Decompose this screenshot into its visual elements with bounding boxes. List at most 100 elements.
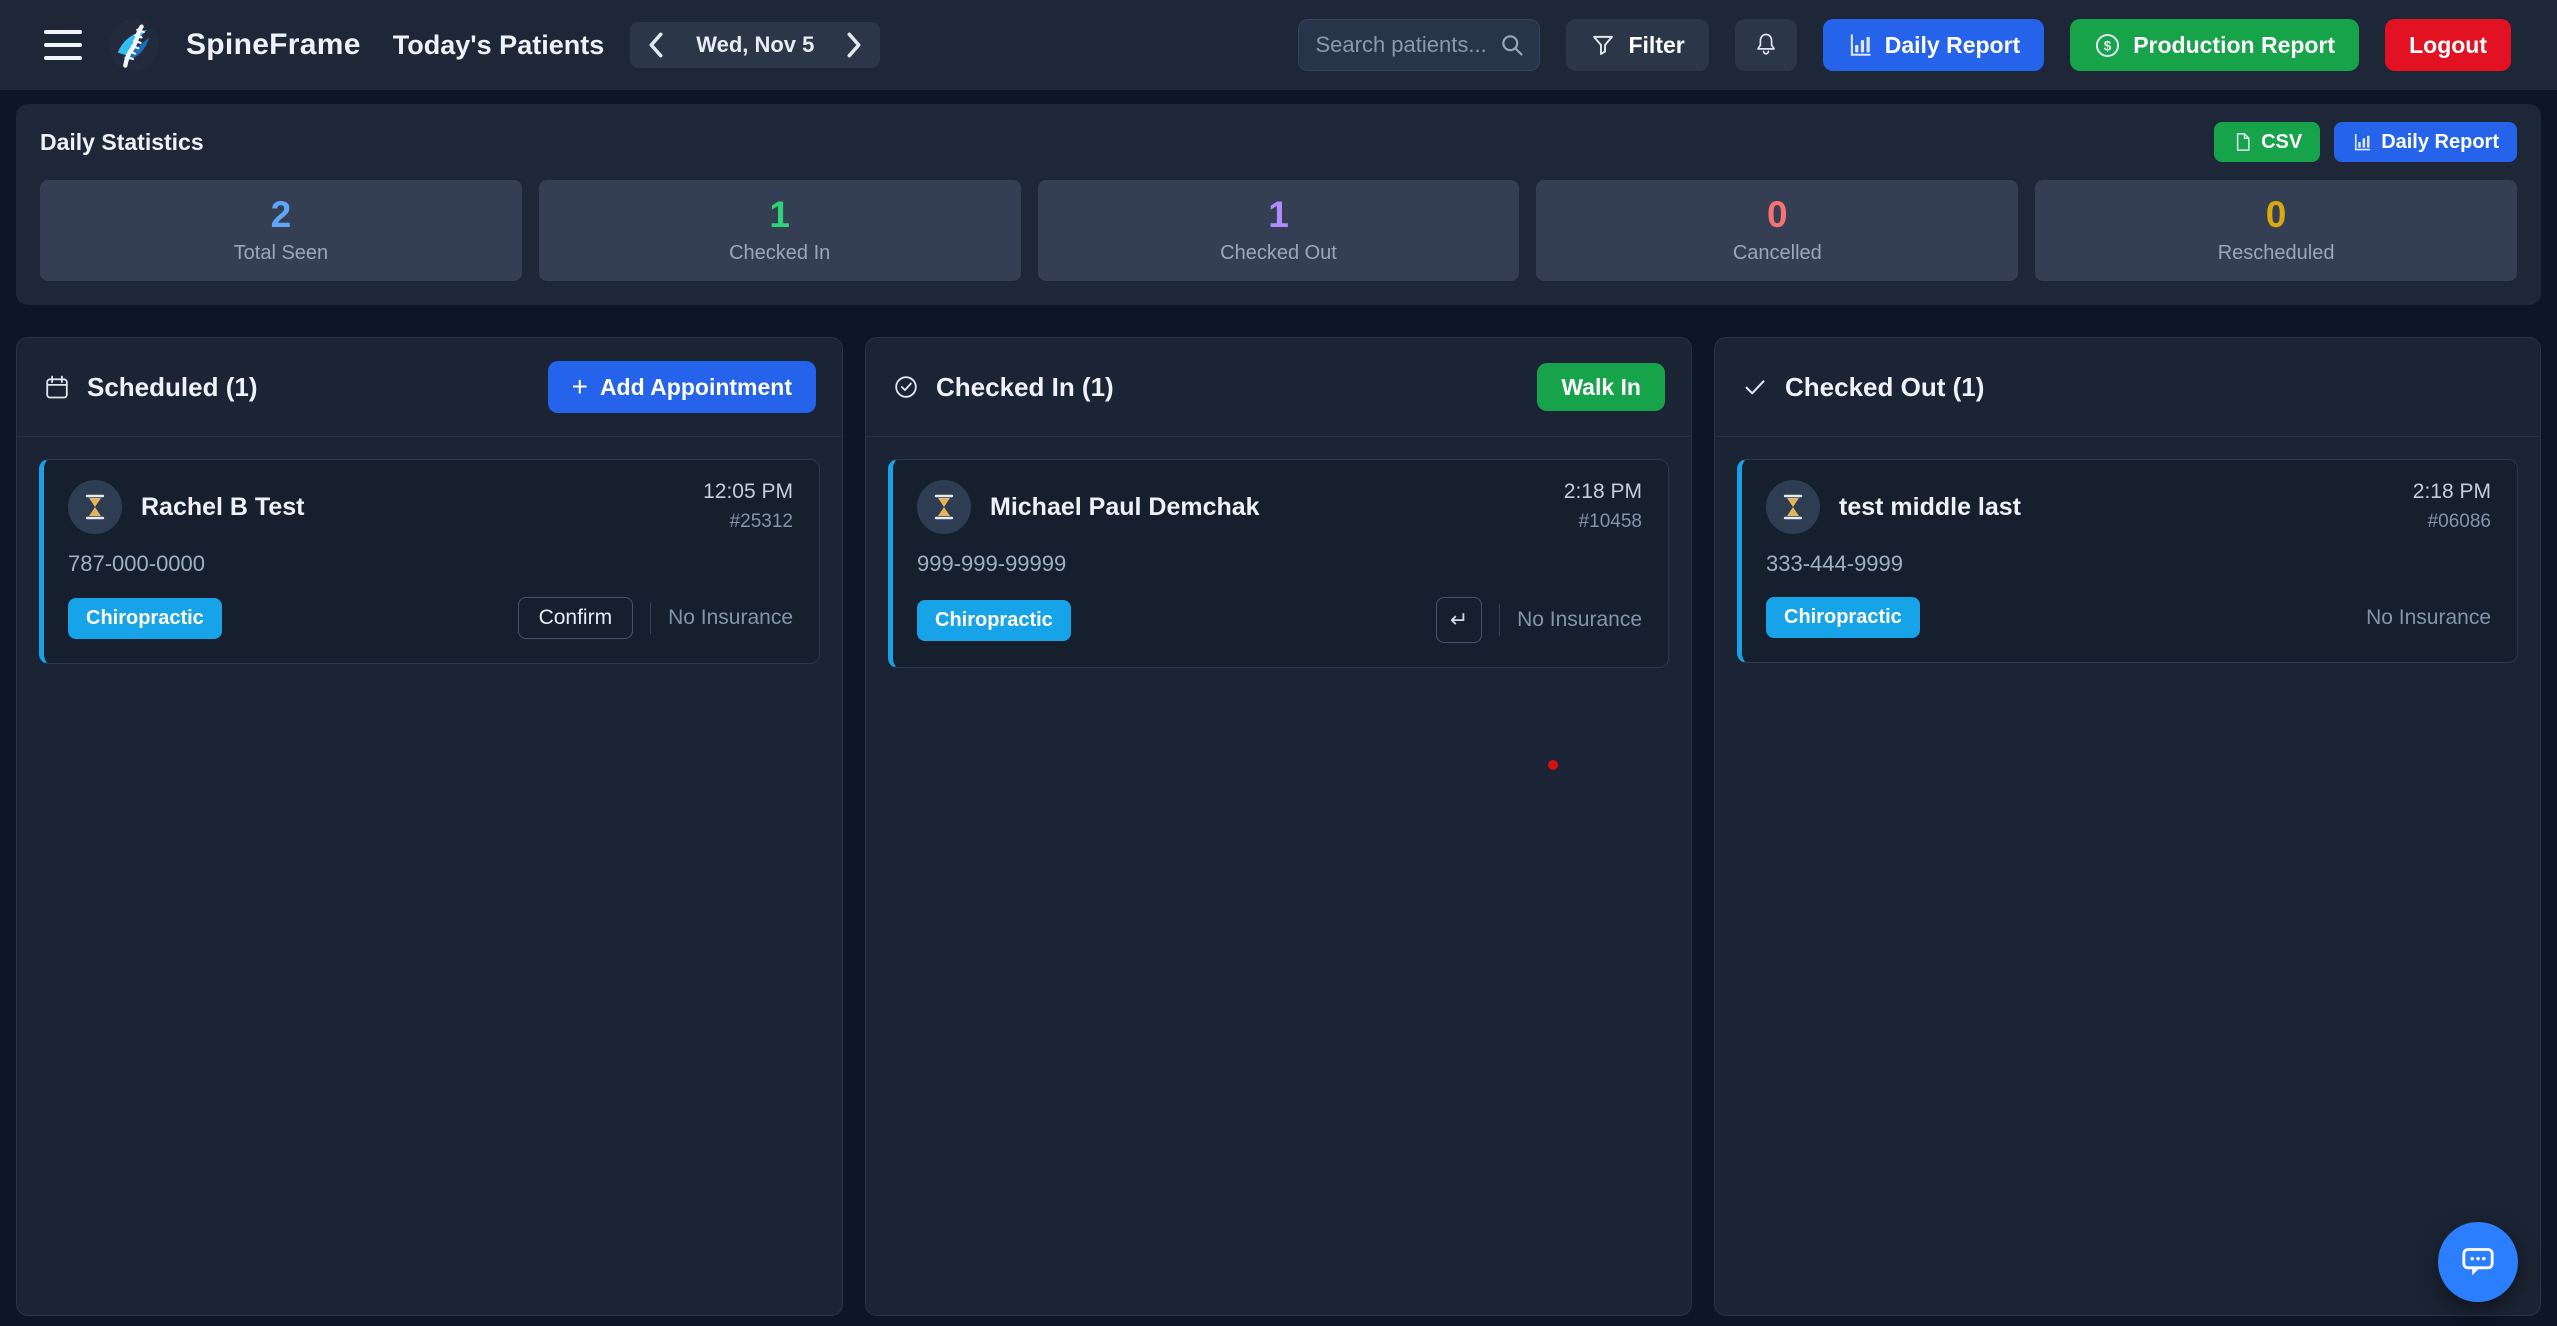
walk-in-button[interactable]: Walk In: [1537, 363, 1665, 411]
stat-label: Total Seen: [234, 242, 329, 265]
stats-daily-report-label: Daily Report: [2381, 131, 2499, 154]
patient-card-checked-in[interactable]: Michael Paul Demchak 2:18 PM #10458 999-…: [888, 459, 1669, 668]
stat-card-checked-out: 1 Checked Out: [1038, 180, 1520, 281]
spineframe-logo: [108, 17, 160, 73]
logout-label: Logout: [2409, 32, 2487, 59]
production-report-button[interactable]: $ Production Report: [2070, 19, 2359, 71]
spine-logo-icon: [108, 17, 160, 73]
hourglass-icon: [932, 493, 956, 521]
patient-phone: 333-444-9999: [1766, 551, 2491, 577]
calendar-icon: [43, 373, 71, 401]
check-circle-icon: [892, 373, 920, 401]
stat-card-checked-in: 1 Checked In: [539, 180, 1021, 281]
service-badge: Chiropractic: [1766, 597, 1920, 638]
stat-value: 0: [1767, 196, 1788, 233]
hourglass-icon: [1781, 493, 1805, 521]
avatar: [1766, 480, 1820, 534]
stat-label: Rescheduled: [2218, 242, 2335, 265]
header-daily-report-label: Daily Report: [1885, 32, 2020, 59]
appointment-ref: #06086: [2413, 511, 2491, 533]
patient-board: Scheduled (1) + Add Appointment Ra: [16, 337, 2541, 1316]
stat-value: 1: [769, 196, 790, 233]
daily-statistics-panel: Daily Statistics CSV Daily Report: [16, 104, 2541, 305]
chat-bubble-icon: [2458, 1243, 2498, 1281]
date-label: Wed, Nov 5: [682, 32, 828, 58]
insurance-status: No Insurance: [668, 606, 793, 630]
patient-name: Rachel B Test: [141, 493, 304, 522]
filter-label: Filter: [1628, 32, 1684, 59]
stat-card-rescheduled: 0 Rescheduled: [2035, 180, 2517, 281]
app-name: SpineFrame: [186, 28, 361, 62]
menu-icon[interactable]: [44, 30, 82, 60]
search-icon: [1499, 32, 1525, 58]
insurance-status: No Insurance: [2366, 606, 2491, 630]
appointment-time: 12:05 PM: [703, 480, 793, 504]
top-header: SpineFrame Today's Patients Wed, Nov 5 F…: [0, 0, 2557, 90]
checked-out-column: Checked Out (1) test middle last 2:18 PM: [1714, 337, 2541, 1316]
date-navigator: Wed, Nov 5: [630, 22, 880, 68]
stat-card-total-seen: 2 Total Seen: [40, 180, 522, 281]
prev-day-button[interactable]: [638, 26, 674, 64]
daily-statistics-title: Daily Statistics: [40, 129, 204, 156]
filter-icon: [1590, 32, 1616, 58]
file-icon: [2232, 132, 2252, 152]
service-badge: Chiropractic: [68, 598, 222, 639]
production-report-label: Production Report: [2133, 32, 2335, 59]
next-day-button[interactable]: [836, 26, 872, 64]
avatar: [68, 480, 122, 534]
walk-in-label: Walk In: [1561, 374, 1641, 401]
check-icon: [1741, 373, 1769, 401]
appointment-time: 2:18 PM: [1564, 480, 1642, 504]
chat-widget-button[interactable]: [2438, 1222, 2518, 1302]
bar-chart-icon: [2352, 132, 2372, 152]
header-actions: Filter Daily Report $ Production Report: [1298, 19, 2511, 71]
stat-value: 1: [1268, 196, 1289, 233]
stat-value: 2: [271, 196, 292, 233]
service-badge: Chiropractic: [917, 600, 1071, 641]
scheduled-column-title: Scheduled (1): [87, 372, 257, 403]
filter-button[interactable]: Filter: [1566, 19, 1708, 71]
csv-label: CSV: [2261, 131, 2302, 154]
divider: [1499, 604, 1500, 636]
header-daily-report-button[interactable]: Daily Report: [1823, 19, 2044, 71]
insurance-status: No Insurance: [1517, 608, 1642, 632]
bell-icon: [1752, 31, 1780, 59]
scheduled-column: Scheduled (1) + Add Appointment Ra: [16, 337, 843, 1316]
avatar: [917, 480, 971, 534]
appointment-ref: #10458: [1564, 511, 1642, 533]
chevron-right-icon: [850, 34, 859, 55]
stat-value: 0: [2266, 196, 2287, 233]
undo-checkin-button[interactable]: ↵: [1436, 597, 1482, 643]
notifications-button[interactable]: [1735, 19, 1797, 71]
appointment-ref: #25312: [703, 511, 793, 533]
click-indicator-dot: [1548, 760, 1558, 770]
confirm-button[interactable]: Confirm: [518, 597, 634, 639]
csv-export-button[interactable]: CSV: [2214, 122, 2320, 162]
svg-text:$: $: [2104, 38, 2112, 53]
stat-card-cancelled: 0 Cancelled: [1536, 180, 2018, 281]
logout-button[interactable]: Logout: [2385, 19, 2511, 71]
patient-name: Michael Paul Demchak: [990, 493, 1260, 522]
divider: [650, 602, 651, 634]
chevron-left-icon: [651, 34, 660, 55]
stat-label: Cancelled: [1733, 242, 1822, 265]
add-appointment-label: Add Appointment: [600, 374, 792, 401]
stats-daily-report-button[interactable]: Daily Report: [2334, 122, 2517, 162]
checked-out-column-title: Checked Out (1): [1785, 372, 1984, 403]
plus-icon: +: [572, 373, 588, 401]
add-appointment-button[interactable]: + Add Appointment: [548, 361, 816, 413]
return-arrow-icon: ↵: [1450, 607, 1468, 633]
bar-chart-icon: [1847, 32, 1873, 58]
checked-in-column: Checked In (1) Walk In Michael Paul Demc…: [865, 337, 1692, 1316]
stat-label: Checked Out: [1220, 242, 1337, 265]
hourglass-icon: [83, 493, 107, 521]
stats-row: 2 Total Seen 1 Checked In 1 Checked Out …: [40, 180, 2517, 281]
patient-phone: 787-000-0000: [68, 551, 793, 577]
search-input[interactable]: [1315, 32, 1499, 58]
patient-card-scheduled[interactable]: Rachel B Test 12:05 PM #25312 787-000-00…: [39, 459, 820, 664]
patient-phone: 999-999-99999: [917, 551, 1642, 577]
checked-in-column-title: Checked In (1): [936, 372, 1114, 403]
dollar-circle-icon: $: [2094, 32, 2121, 59]
stat-label: Checked In: [729, 242, 830, 265]
patient-card-checked-out[interactable]: test middle last 2:18 PM #06086 333-444-…: [1737, 459, 2518, 663]
